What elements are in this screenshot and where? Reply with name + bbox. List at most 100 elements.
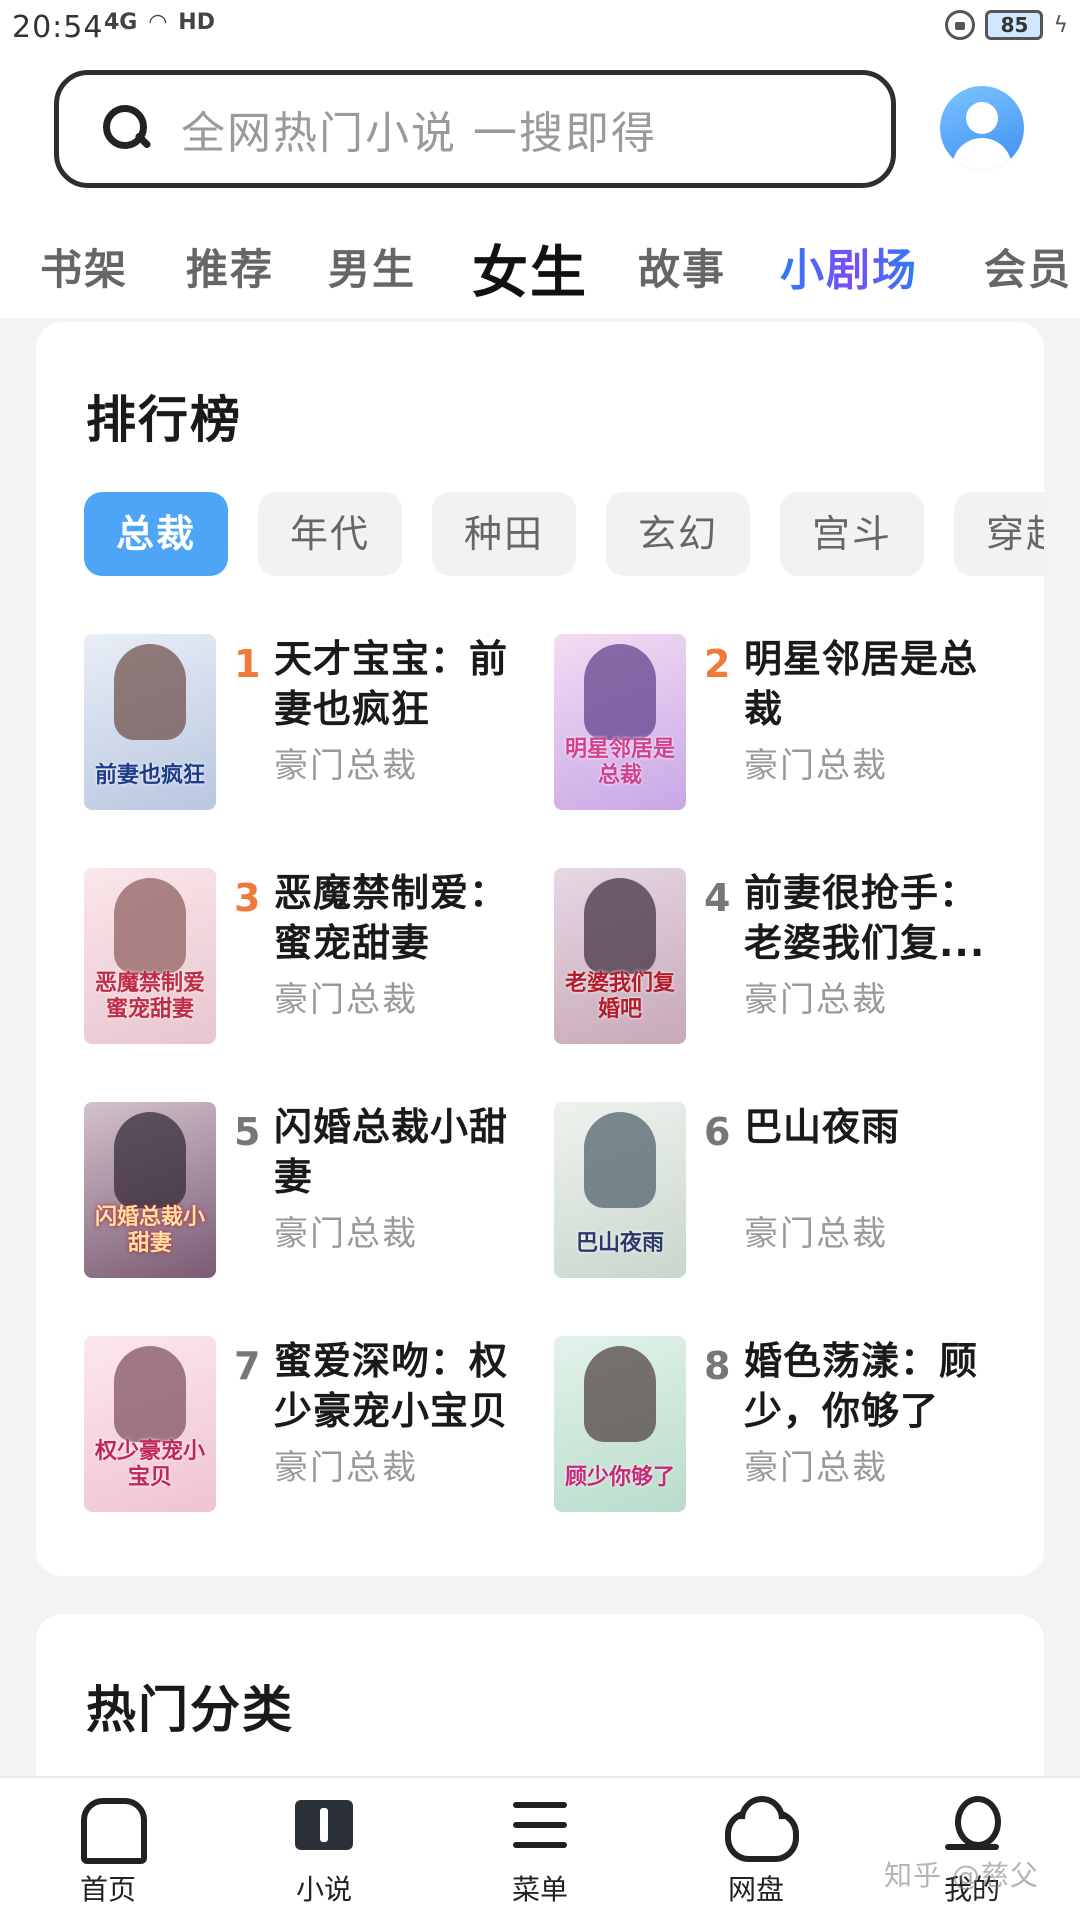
hot-categories-title: 热门分类 (86, 1681, 294, 1739)
book-title[interactable]: 前妻很抢手：老婆我们复... (744, 868, 1004, 968)
book-title[interactable]: 婚色荡漾：顾少，你够了 (744, 1336, 1004, 1436)
book-cover[interactable]: 巴山夜雨 (554, 1102, 686, 1278)
book-title[interactable]: 天才宝宝：前妻也疯狂 (274, 634, 534, 734)
nav-menu-label: 菜单 (511, 1873, 568, 1906)
status-bar: 20:54 4G ◠ HD 85 ϟ (0, 0, 1080, 56)
chip-farming[interactable]: 种田 (432, 492, 576, 576)
book-tag: 豪门总裁 (744, 1214, 888, 1254)
chip-time-travel[interactable]: 穿越 (954, 492, 1044, 576)
ranking-filter-chips: 总裁 年代 种田 玄幻 宫斗 穿越 (84, 492, 1044, 578)
cover-figure (114, 644, 186, 740)
top-header: 20:54 4G ◠ HD 85 ϟ 全网热门小说 一搜即得 书架 推荐 男生 … (0, 0, 1080, 318)
book-title[interactable]: 明星邻居是总裁 (744, 634, 1004, 734)
nav-cloud-label: 网盘 (727, 1873, 784, 1906)
book-cover[interactable]: 恶魔禁制爱蜜宠甜妻 (84, 868, 216, 1044)
cover-figure (114, 878, 186, 974)
cover-title: 巴山夜雨 (575, 1230, 664, 1256)
rank-number: 5 (234, 1110, 261, 1154)
cloud-icon (721, 1796, 799, 1862)
tab-vip[interactable]: 会员 (984, 236, 1072, 297)
book-cover[interactable]: 权少豪宠小宝贝 (84, 1336, 216, 1512)
book-cover[interactable]: 前妻也疯狂 (84, 634, 216, 810)
book-tag: 豪门总裁 (274, 980, 418, 1020)
rank-number: 4 (704, 876, 731, 920)
book-item[interactable]: 老婆我们复婚吧 4 前妻很抢手：老婆我们复... 豪门总裁 (554, 868, 1024, 1048)
cover-figure (114, 1346, 186, 1442)
book-tag: 豪门总裁 (744, 746, 888, 786)
home-icon (73, 1796, 147, 1864)
book-icon (289, 1796, 359, 1858)
book-cover[interactable]: 顾少你够了 (554, 1336, 686, 1512)
cover-title: 闪婚总裁小甜妻 (94, 1204, 205, 1256)
book-tag: 豪门总裁 (274, 1214, 418, 1254)
book-tag: 豪门总裁 (744, 980, 888, 1020)
status-time: 20:54 (12, 10, 104, 45)
book-item[interactable]: 闪婚总裁小甜妻 5 闪婚总裁小甜妻 豪门总裁 (84, 1102, 554, 1282)
book-title[interactable]: 巴山夜雨 (744, 1102, 1004, 1152)
chip-ceo[interactable]: 总裁 (84, 492, 228, 576)
book-cover[interactable]: 闪婚总裁小甜妻 (84, 1102, 216, 1278)
lock-icon (945, 10, 976, 40)
rank-number: 3 (234, 876, 261, 920)
book-title[interactable]: 恶魔禁制爱：蜜宠甜妻 (274, 868, 534, 968)
book-item[interactable]: 前妻也疯狂 1 天才宝宝：前妻也疯狂 豪门总裁 (84, 634, 554, 814)
nav-home-label: 首页 (79, 1873, 136, 1906)
ranking-card: 排行榜 总裁 年代 种田 玄幻 宫斗 穿越 前妻也疯狂 1 天才宝宝：前妻也疯狂… (36, 322, 1044, 1576)
rank-number: 2 (704, 642, 731, 686)
nav-novel[interactable]: 小说 (264, 1796, 384, 1916)
tab-recommend[interactable]: 推荐 (186, 236, 274, 297)
watermark: 知乎 @慈父 (884, 1859, 1039, 1892)
book-cover[interactable]: 老婆我们复婚吧 (554, 868, 686, 1044)
chip-fantasy[interactable]: 玄幻 (606, 492, 750, 576)
book-item[interactable]: 权少豪宠小宝贝 7 蜜爱深吻：权少豪宠小宝贝 豪门总裁 (84, 1336, 554, 1516)
chip-era[interactable]: 年代 (258, 492, 402, 576)
cover-title: 恶魔禁制爱蜜宠甜妻 (94, 970, 205, 1022)
tab-male[interactable]: 男生 (328, 236, 416, 297)
rank-number: 6 (704, 1110, 731, 1154)
battery-icon: 85 (985, 10, 1044, 40)
cover-title: 前妻也疯狂 (94, 762, 205, 788)
nav-home[interactable]: 首页 (48, 1796, 168, 1916)
hd-icon: HD (178, 10, 215, 35)
ranking-title: 排行榜 (86, 391, 242, 449)
book-item[interactable]: 明星邻居是总裁 2 明星邻居是总裁 豪门总裁 (554, 634, 1024, 814)
book-item[interactable]: 恶魔禁制爱蜜宠甜妻 3 恶魔禁制爱：蜜宠甜妻 豪门总裁 (84, 868, 554, 1048)
book-tag: 豪门总裁 (744, 1448, 888, 1488)
search-input[interactable]: 全网热门小说 一搜即得 (181, 97, 657, 161)
chip-palace[interactable]: 宫斗 (780, 492, 924, 576)
book-title[interactable]: 闪婚总裁小甜妻 (274, 1102, 534, 1202)
rank-number: 8 (704, 1344, 731, 1388)
nav-novel-label: 小说 (295, 1873, 352, 1906)
tab-female[interactable]: 女生 (472, 228, 588, 309)
cover-title: 老婆我们复婚吧 (564, 970, 675, 1022)
menu-icon (505, 1796, 575, 1858)
cover-title: 顾少你够了 (564, 1464, 675, 1490)
cover-title: 明星邻居是总裁 (564, 736, 675, 788)
tab-story[interactable]: 故事 (638, 236, 726, 297)
rank-number: 7 (234, 1344, 261, 1388)
book-item[interactable]: 顾少你够了 8 婚色荡漾：顾少，你够了 豪门总裁 (554, 1336, 1024, 1516)
book-tag: 豪门总裁 (274, 746, 418, 786)
bottom-navigation: 首页 小说 菜单 网盘 我的 (0, 1776, 1080, 1920)
nav-cloud-drive[interactable]: 网盘 (696, 1796, 816, 1916)
status-right: 85 ϟ (945, 10, 1068, 40)
rank-number: 1 (234, 642, 261, 686)
tab-mini-theater[interactable]: 小剧场 (780, 234, 918, 298)
cover-figure (584, 644, 656, 740)
nav-menu[interactable]: 菜单 (480, 1796, 600, 1916)
search-bar[interactable]: 全网热门小说 一搜即得 (54, 70, 896, 188)
search-icon (99, 101, 155, 157)
category-tabs: 书架 推荐 男生 女生 故事 小剧场 会员 (0, 228, 1080, 306)
book-cover[interactable]: 明星邻居是总裁 (554, 634, 686, 810)
cover-figure (114, 1112, 186, 1208)
cover-figure (584, 1346, 656, 1442)
book-title[interactable]: 蜜爱深吻：权少豪宠小宝贝 (274, 1336, 534, 1436)
user-icon (937, 1796, 1007, 1858)
tab-bookshelf[interactable]: 书架 (40, 236, 128, 297)
book-tag: 豪门总裁 (274, 1448, 418, 1488)
cover-figure (584, 878, 656, 974)
avatar[interactable] (940, 86, 1024, 170)
book-item[interactable]: 巴山夜雨 6 巴山夜雨 豪门总裁 (554, 1102, 1024, 1282)
cover-figure (584, 1112, 656, 1208)
status-indicators: 4G ◠ HD (104, 10, 215, 35)
